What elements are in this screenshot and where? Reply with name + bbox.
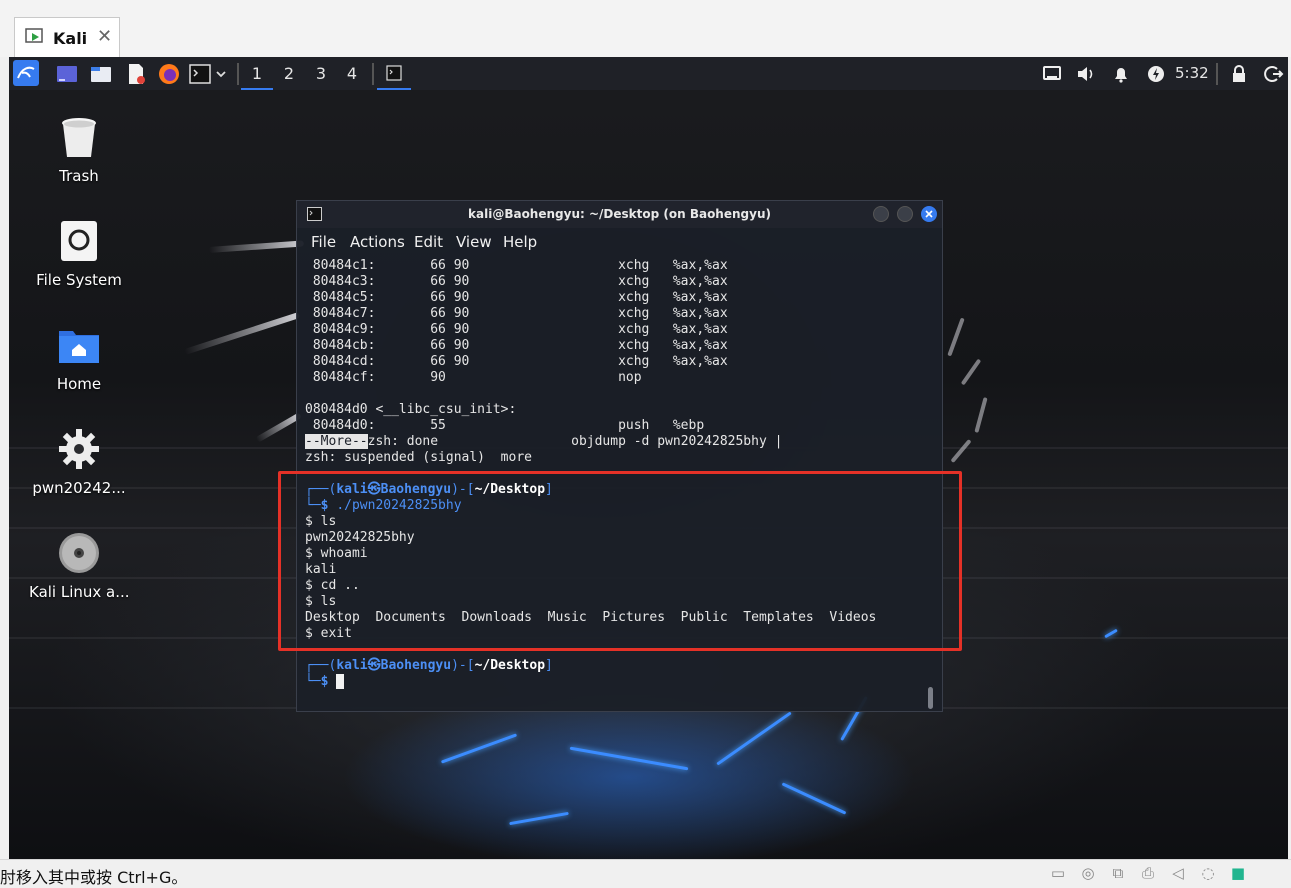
vm-status-bar: 肘移入其中或按 Ctrl+G。 ▭ ◎ ⧉ ⎙ ◁ ◌ ■ xyxy=(0,859,1291,887)
desktop-icon-label: File System xyxy=(36,271,122,289)
panel-separator xyxy=(1216,63,1218,85)
desktop-icon-home[interactable]: Home xyxy=(29,323,129,393)
trash-icon xyxy=(57,115,101,159)
kali-desktop[interactable]: 1 2 3 4 5:32 Trash File System Home pwn2… xyxy=(9,57,1288,859)
desktop-icon-pwn-binary[interactable]: pwn20242... xyxy=(29,427,129,497)
printer-icon[interactable]: ⎙ xyxy=(1137,863,1159,883)
prompt-host: Baohengyu xyxy=(380,658,452,673)
terminal-title: kali@Baohengyu: ~/Desktop (on Baohengyu) xyxy=(468,207,771,221)
desktop-icon-kali-iso[interactable]: Kali Linux a... xyxy=(29,531,130,601)
text-editor-icon[interactable] xyxy=(125,63,147,85)
sound-icon[interactable]: ◁ xyxy=(1167,863,1189,883)
panel-separator xyxy=(237,63,239,85)
output-line: 80484c5: 66 90 xchg %ax,%ax xyxy=(305,290,728,305)
prompt-user: kali xyxy=(336,658,368,673)
hard-disk-icon[interactable]: ▭ xyxy=(1047,863,1069,883)
home-folder-icon xyxy=(57,323,101,367)
menu-help[interactable]: Help xyxy=(503,233,537,251)
desktop-icon-label: pwn20242... xyxy=(32,479,126,497)
display-icon[interactable] xyxy=(1041,63,1063,85)
usb-icon[interactable]: ◌ xyxy=(1197,863,1219,883)
prompt-line: ┌──(kali㉿Baohengyu)-[~/Desktop] xyxy=(305,658,553,673)
kali-menu-icon[interactable] xyxy=(13,60,39,86)
top-panel: 1 2 3 4 5:32 xyxy=(9,57,1288,90)
prompt-at: ㉿ xyxy=(367,658,381,673)
vm-icon xyxy=(25,28,43,43)
workspace-4[interactable]: 4 xyxy=(336,57,368,90)
message-icon[interactable]: ■ xyxy=(1227,863,1249,883)
desktop-icon-file-system[interactable]: File System xyxy=(29,219,129,289)
desktop-icon-trash[interactable]: Trash xyxy=(29,115,129,185)
gear-file-icon xyxy=(57,427,101,471)
host-left-edge xyxy=(0,57,9,859)
terminal-titlebar[interactable]: kali@Baohengyu: ~/Desktop (on Baohengyu) xyxy=(297,201,942,228)
terminal-menubar: File Actions Edit View Help xyxy=(297,228,942,256)
cd-rom-icon[interactable]: ◎ xyxy=(1077,863,1099,883)
close-icon[interactable]: ✕ xyxy=(97,26,112,47)
output-line: 80484d0: 55 push %ebp xyxy=(305,418,705,433)
drive-icon xyxy=(57,219,101,263)
terminal-scrollbar[interactable] xyxy=(928,687,933,709)
clock[interactable]: 5:32 xyxy=(1175,57,1209,90)
close-icon xyxy=(925,210,933,218)
vm-tab-label: Kali xyxy=(53,29,88,48)
menu-file[interactable]: File xyxy=(311,233,336,251)
workspace-1[interactable]: 1 xyxy=(241,57,273,90)
output-line: 80484c7: 66 90 xchg %ax,%ax xyxy=(305,306,728,321)
desktop-icon-label: Trash xyxy=(59,167,99,185)
vm-tab-kali[interactable]: Kali ✕ xyxy=(14,17,120,57)
show-desktop-icon[interactable] xyxy=(56,63,78,85)
lock-icon[interactable] xyxy=(1228,63,1250,85)
menu-actions[interactable]: Actions xyxy=(350,233,405,251)
network-icon[interactable]: ⧉ xyxy=(1107,863,1129,883)
output-line: 80484cd: 66 90 xchg %ax,%ax xyxy=(305,354,728,369)
workspace-3[interactable]: 3 xyxy=(305,57,337,90)
terminal-launcher-icon[interactable] xyxy=(189,63,211,85)
more-rest: zsh: done objdump -d pwn20242825bhy | xyxy=(367,434,783,449)
vm-device-icons: ▭ ◎ ⧉ ⎙ ◁ ◌ ■ xyxy=(1047,863,1249,883)
output-line: 80484c3: 66 90 xchg %ax,%ax xyxy=(305,274,728,289)
output-line: 80484cf: 90 nop xyxy=(305,370,642,385)
output-line: 80484cb: 66 90 xchg %ax,%ax xyxy=(305,338,728,353)
desktop-icon-label: Kali Linux a... xyxy=(29,583,130,601)
volume-icon[interactable] xyxy=(1075,63,1097,85)
menu-view[interactable]: View xyxy=(456,233,492,251)
output-line: 80484c9: 66 90 xchg %ax,%ax xyxy=(305,322,728,337)
workspace-2[interactable]: 2 xyxy=(273,57,305,90)
close-button[interactable] xyxy=(921,206,937,222)
minimize-button[interactable] xyxy=(873,206,889,222)
highlight-annotation-box xyxy=(278,471,962,651)
notification-bell-icon[interactable] xyxy=(1110,63,1132,85)
output-line: 80484c1: 66 90 xchg %ax,%ax xyxy=(305,258,728,273)
more-marker: --More-- xyxy=(305,434,368,449)
chevron-down-icon[interactable] xyxy=(214,63,228,85)
text-cursor xyxy=(336,674,345,689)
panel-separator xyxy=(372,63,374,85)
terminal-icon xyxy=(386,65,402,81)
vm-tab-bar: Kali ✕ xyxy=(0,0,1291,58)
file-manager-icon[interactable] xyxy=(90,63,112,85)
logout-icon[interactable] xyxy=(1262,63,1284,85)
prompt-command-line[interactable]: └─$ xyxy=(305,674,345,690)
maximize-button[interactable] xyxy=(897,206,913,222)
power-manager-icon[interactable] xyxy=(1145,63,1167,85)
menu-edit[interactable]: Edit xyxy=(414,233,443,251)
taskbar-terminal-window[interactable] xyxy=(377,57,411,90)
prompt-path: ~/Desktop xyxy=(474,658,546,673)
output-line: zsh: suspended (signal) more xyxy=(305,450,532,465)
firefox-icon[interactable] xyxy=(158,63,180,85)
desktop-icon-label: Home xyxy=(56,375,102,393)
more-line: --More--zsh: done objdump -d pwn20242825… xyxy=(305,434,782,450)
disc-icon xyxy=(57,531,101,575)
output-line: 080484d0 <__libc_csu_init>: xyxy=(305,402,517,417)
vm-status-text: 肘移入其中或按 Ctrl+G。 xyxy=(0,868,188,887)
